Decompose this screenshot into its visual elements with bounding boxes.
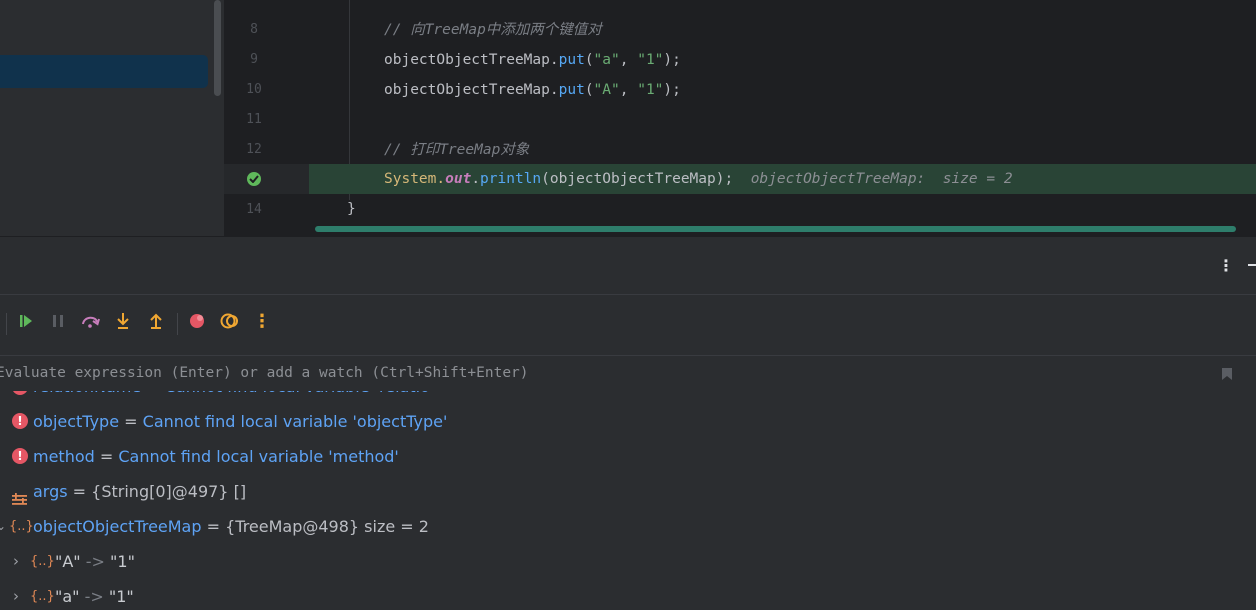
step-over-icon[interactable] [77,307,105,335]
inline-debug-hint: objectObjectTreeMap: size = 2 [750,171,1013,187]
map-entry-row[interactable]: › {..} "A" -> "1" [0,544,1256,579]
line-number: 9 [250,52,258,67]
map-entry-icon: {..} [30,554,55,569]
chevron-down-icon[interactable]: ⌄ [0,509,6,544]
variable-name: objectObjectTreeMap [33,517,202,536]
pause-icon[interactable] [44,307,72,335]
line-number: 10 [246,82,262,97]
code-editor[interactable]: // 向TreeMap中添加两个键值对 objectObjectTreeMap.… [309,0,1256,236]
variable-value: Cannot find local variable 'objectType' [142,412,448,431]
minimize-icon[interactable] [1248,264,1256,266]
line-number: 8 [250,22,258,37]
code-line-put-a: objectObjectTreeMap.put("a", "1"); [384,52,681,68]
map-value: "1" [110,552,135,571]
variable-name: method [33,447,95,466]
error-icon: ! [12,391,28,395]
code-line-put-A: objectObjectTreeMap.put("A", "1"); [384,82,681,98]
debugger-toolbar: ⋮ [0,294,1256,355]
variable-value: {TreeMap@498} size = 2 [225,517,429,536]
resume-icon[interactable] [12,307,40,335]
line-number: 7 [224,0,284,1]
line-number: 11 [246,112,262,127]
map-key: "a" [55,587,80,606]
breakpoint-verified-icon[interactable] [247,172,261,186]
map-key: "A" [55,552,81,571]
project-tree-panel [0,0,224,236]
toolbar-separator [6,313,7,335]
evaluate-expression-input[interactable] [0,356,1200,391]
editor-gutter: 7 8 9 10 11 12 14 [224,0,309,236]
editor-horizontal-scrollbar[interactable] [315,226,1236,232]
variable-value: Cannot find local variable 'method' [118,447,399,466]
map-value: "1" [108,587,134,606]
evaluate-expression-bar [0,355,1256,392]
chevron-right-icon[interactable]: › [13,579,19,610]
toolbar-separator [177,313,178,335]
error-icon: ! [12,413,28,429]
variable-name: args [33,482,68,501]
line-number: 12 [246,142,262,157]
code-comment: // 向TreeMap中添加两个键值对 [384,22,602,38]
mute-breakpoints-icon[interactable] [216,307,244,335]
more-icon[interactable]: ⋮ [248,307,276,335]
map-entry-icon: {..} [30,589,55,604]
chevron-right-icon[interactable]: › [13,544,19,579]
variables-tree[interactable]: ! relationName = Cannot find local varia… [0,391,1256,610]
project-tree-scrollbar[interactable] [214,0,221,96]
add-to-watches-icon[interactable] [1221,366,1233,385]
gutter-current-line [224,164,309,194]
object-icon: {..} [9,519,34,534]
code-closing-brace: } [347,201,356,217]
variable-row[interactable]: ! method = Cannot find local variable 'm… [0,439,1256,474]
variable-value: {String[0]@497} [] [91,482,247,501]
step-into-icon[interactable] [109,307,137,335]
variable-row[interactable]: ! objectType = Cannot find local variabl… [0,404,1256,439]
variable-row-expanded[interactable]: ⌄ {..} objectObjectTreeMap = {TreeMap@49… [0,509,1256,544]
line-number: 14 [246,202,262,217]
error-icon: ! [12,448,28,464]
options-menu-icon[interactable]: ⋮ [1218,257,1234,275]
view-breakpoints-icon[interactable] [183,307,211,335]
code-comment: // 打印TreeMap对象 [384,142,530,158]
variable-row[interactable]: args = {String[0]@497} [] [0,474,1256,509]
variable-name: objectType [33,412,120,431]
step-out-icon[interactable] [142,307,170,335]
map-entry-row[interactable]: › {..} "a" -> "1" [0,579,1256,610]
project-tree-selected-item[interactable] [0,55,208,88]
variable-row-partial[interactable]: ! relationName = Cannot find local varia… [0,391,1256,404]
code-line-println: System.out.println(objectObjectTreeMap);… [384,171,1013,187]
debug-tool-window-header [0,236,1256,295]
